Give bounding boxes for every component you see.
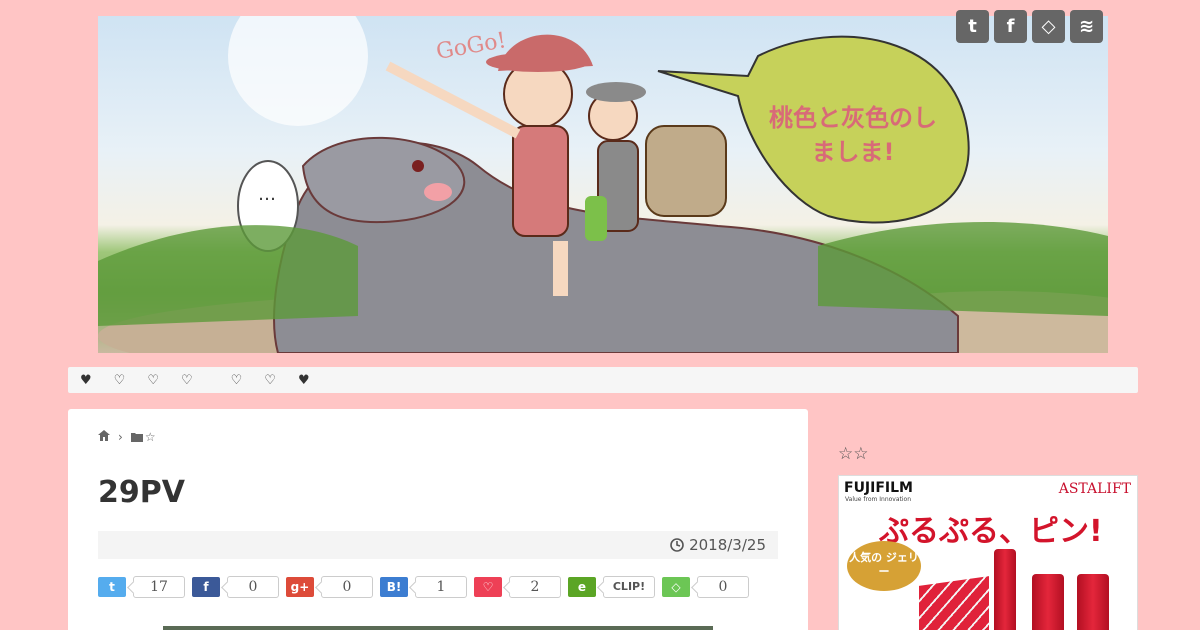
share-evernote[interactable]: e CLIP! bbox=[568, 576, 655, 598]
sidebar-ad-banner[interactable]: FUJIFILM Value from Innovation ASTALIFT … bbox=[838, 475, 1138, 630]
share-googleplus[interactable]: g+ 0 bbox=[286, 576, 373, 598]
share-count: 17 bbox=[133, 576, 185, 598]
ad-brand: FUJIFILM bbox=[844, 480, 913, 496]
breadcrumb-category[interactable]: ☆ bbox=[130, 430, 156, 444]
global-nav: ♥ ♡ ♡ ♡ ♡ ♡ ♥ bbox=[68, 367, 1138, 393]
share-count: 0 bbox=[697, 576, 749, 598]
breadcrumb-category-label: ☆ bbox=[144, 430, 156, 444]
share-pocket[interactable]: ♡ 2 bbox=[474, 576, 561, 598]
banner-dots-text: … bbox=[258, 184, 276, 205]
ad-product-line: ASTALIFT bbox=[1058, 481, 1131, 497]
nav-item-4[interactable]: ♡ bbox=[181, 373, 193, 388]
article-card: › ☆ 29PV 2018/3/25 t 17 f 0 g+ 0 B! 1 ♡ bbox=[68, 409, 808, 630]
nav-item-1[interactable]: ♥ bbox=[80, 373, 92, 388]
twitter-icon[interactable]: t bbox=[956, 10, 989, 43]
article-image bbox=[163, 626, 713, 630]
banner-title: 桃色と灰色のしましま! bbox=[769, 104, 937, 166]
banner-illustration bbox=[98, 16, 1108, 353]
share-facebook[interactable]: f 0 bbox=[192, 576, 279, 598]
facebook-icon[interactable]: f bbox=[192, 577, 220, 597]
post-date: 2018/3/25 bbox=[689, 536, 766, 554]
ad-product-boxes bbox=[919, 576, 989, 630]
evernote-icon[interactable]: e bbox=[568, 577, 596, 597]
ad-product-cream bbox=[1077, 574, 1109, 630]
share-count: 0 bbox=[321, 576, 373, 598]
ad-product-jar bbox=[1032, 574, 1064, 630]
sidebar-widget-title: ☆☆ bbox=[838, 444, 869, 464]
share-hatena[interactable]: B! 1 bbox=[380, 576, 467, 598]
breadcrumb: › ☆ bbox=[98, 430, 156, 444]
nav-item-7[interactable]: ♥ bbox=[298, 373, 310, 388]
feedly-icon[interactable]: ◇ bbox=[1032, 10, 1065, 43]
header-banner[interactable]: GoGo! … 桃色と灰色のしましま! bbox=[98, 16, 1108, 353]
breadcrumb-separator: › bbox=[118, 430, 123, 444]
folder-icon bbox=[130, 433, 143, 442]
nav-item-3[interactable]: ♡ bbox=[147, 373, 159, 388]
share-feedly[interactable]: ◇ 0 bbox=[662, 576, 749, 598]
ad-headline: ぷるぷる、ピン! bbox=[879, 514, 1103, 549]
home-icon[interactable] bbox=[98, 430, 110, 444]
post-meta: 2018/3/25 bbox=[98, 531, 778, 559]
nav-item-6[interactable]: ♡ bbox=[264, 373, 276, 388]
hatena-bookmark-icon[interactable]: B! bbox=[380, 577, 408, 597]
ad-product-bottle bbox=[994, 549, 1016, 630]
ad-badge: 人気の ジェリー bbox=[847, 541, 921, 591]
clock-icon bbox=[670, 536, 689, 554]
share-clip-label: CLIP! bbox=[603, 576, 655, 598]
social-links: t f ◇ ≋ bbox=[956, 10, 1103, 43]
share-twitter[interactable]: t 17 bbox=[98, 576, 185, 598]
ad-brand-tagline: Value from Innovation bbox=[845, 496, 912, 503]
share-count: 0 bbox=[227, 576, 279, 598]
page-title: 29PV bbox=[98, 475, 185, 510]
share-buttons: t 17 f 0 g+ 0 B! 1 ♡ 2 e CLIP! ◇ 0 bbox=[98, 576, 749, 598]
share-count: 1 bbox=[415, 576, 467, 598]
pocket-icon[interactable]: ♡ bbox=[474, 577, 502, 597]
google-plus-icon[interactable]: g+ bbox=[286, 577, 314, 597]
rss-icon[interactable]: ≋ bbox=[1070, 10, 1103, 43]
nav-item-5[interactable]: ♡ bbox=[231, 373, 243, 388]
twitter-icon[interactable]: t bbox=[98, 577, 126, 597]
nav-item-2[interactable]: ♡ bbox=[114, 373, 126, 388]
share-count: 2 bbox=[509, 576, 561, 598]
facebook-icon[interactable]: f bbox=[994, 10, 1027, 43]
feedly-icon[interactable]: ◇ bbox=[662, 577, 690, 597]
